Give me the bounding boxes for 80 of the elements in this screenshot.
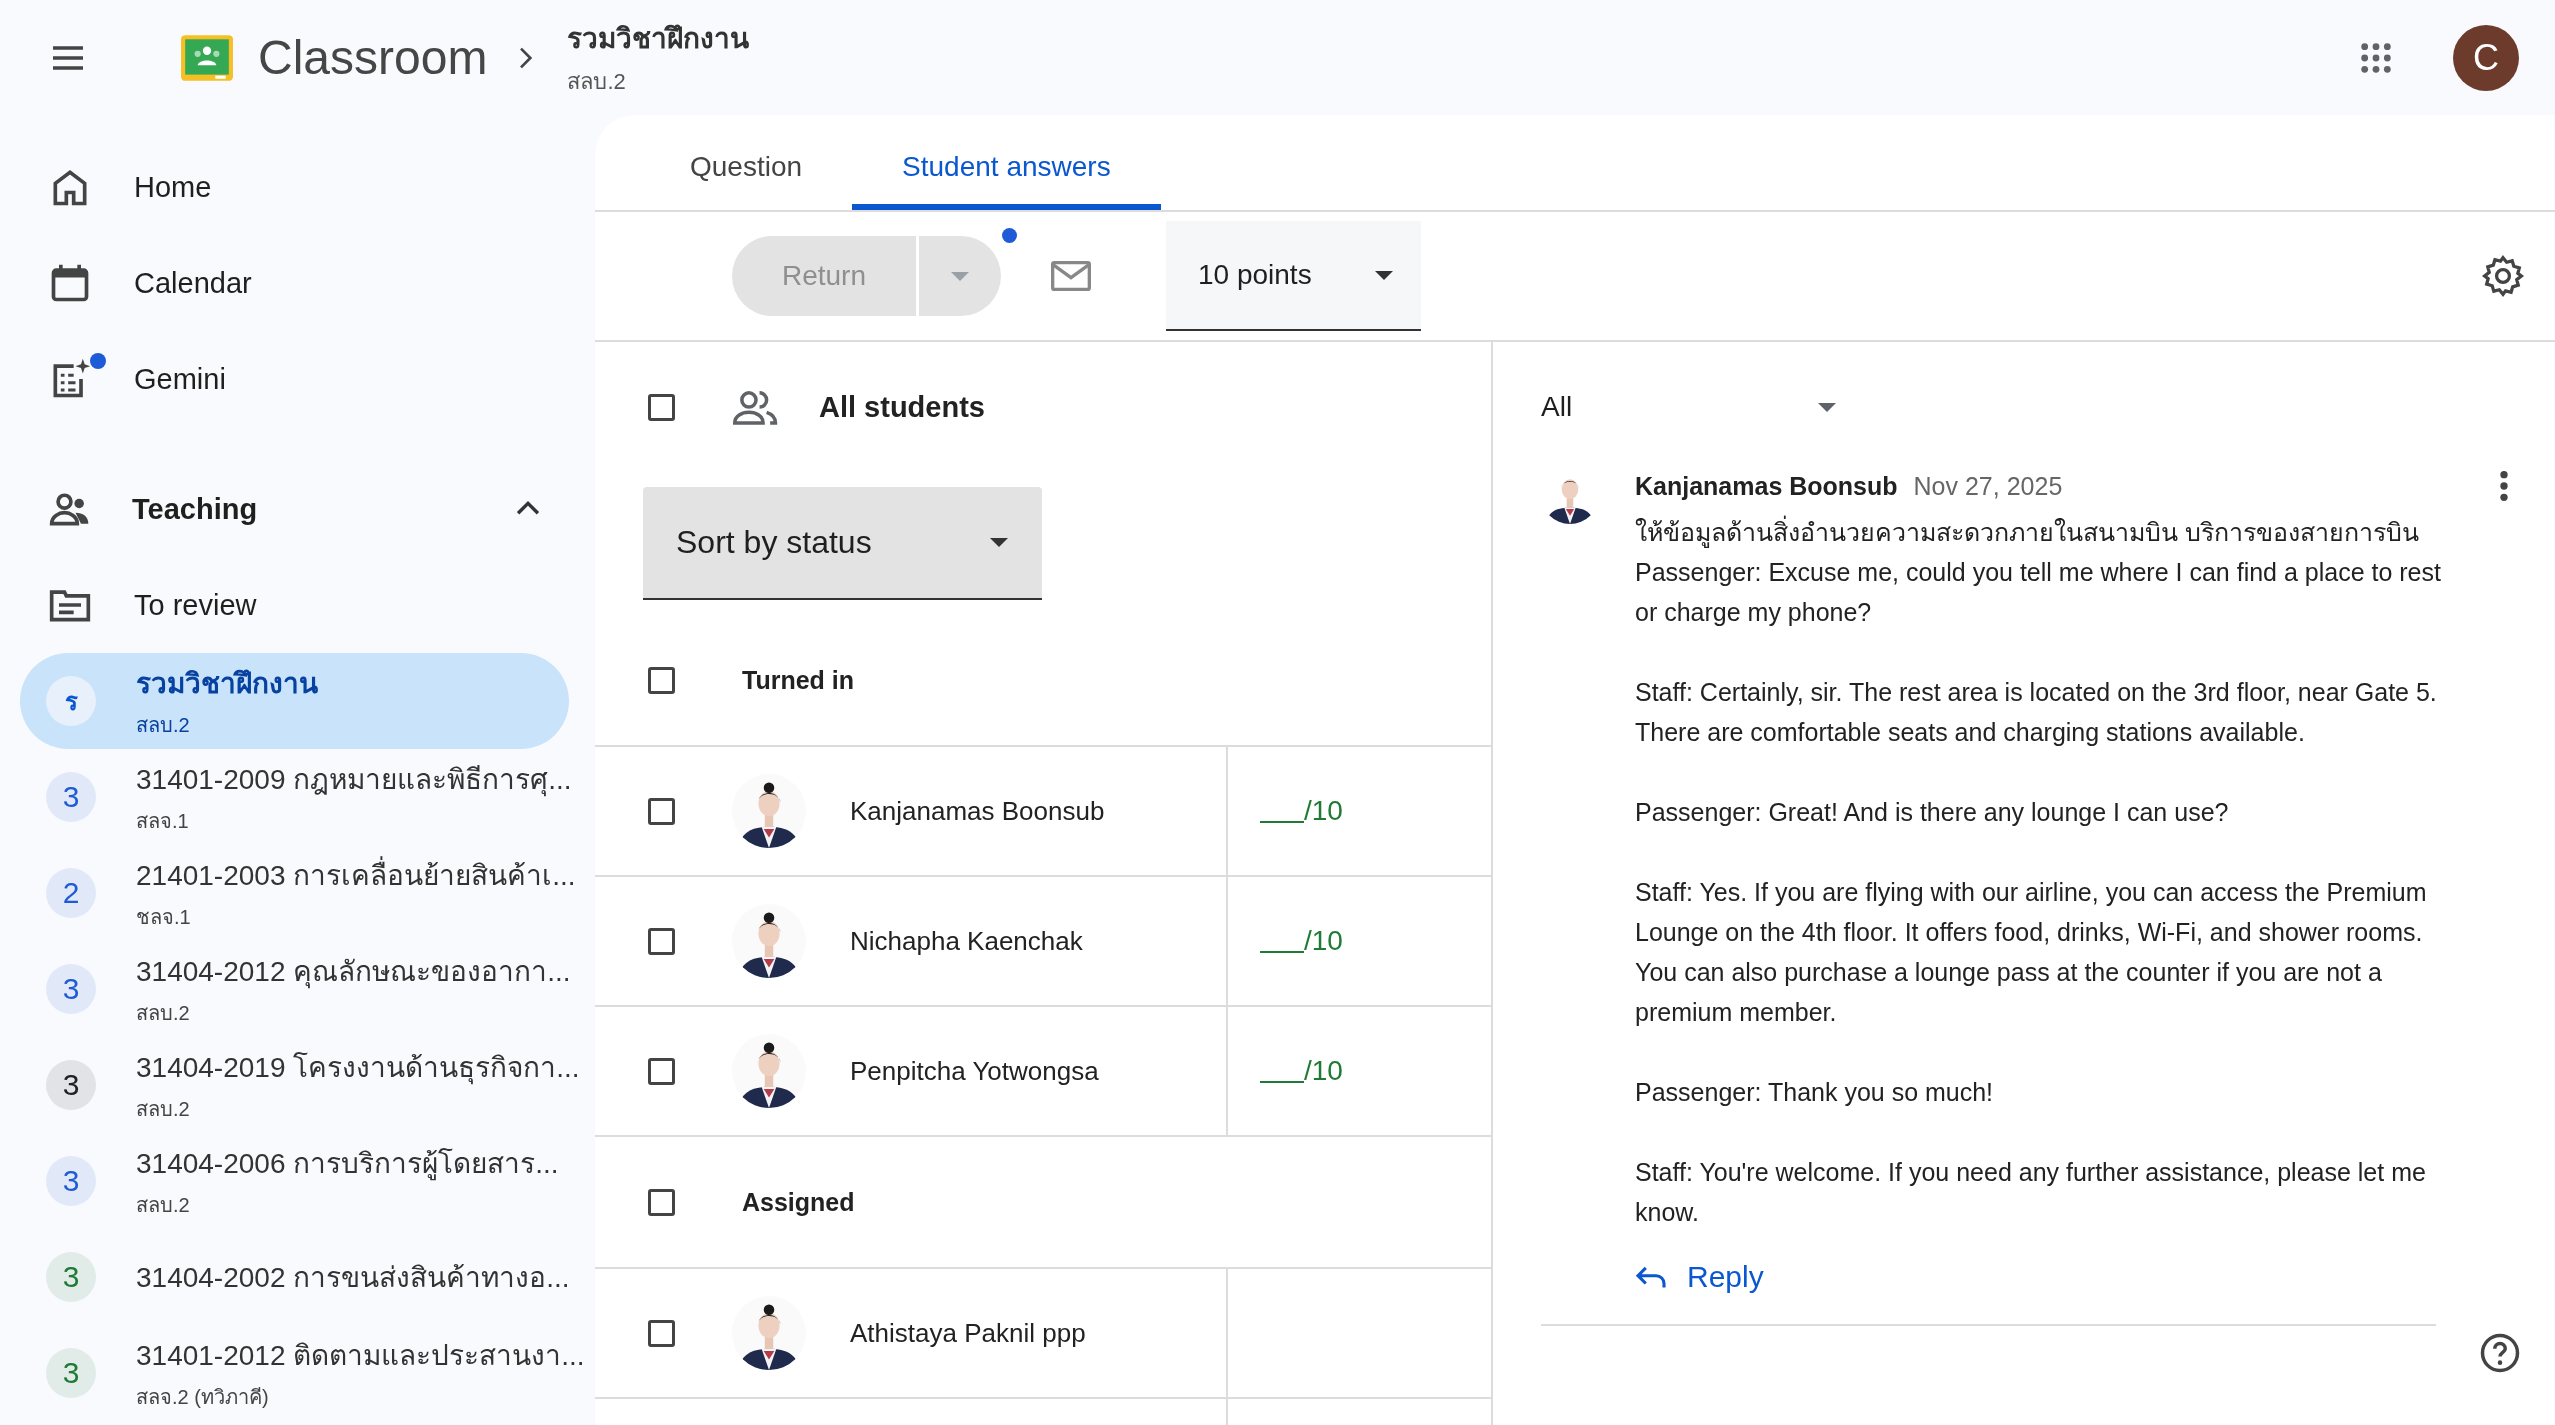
comment-text: Passenger: Great! And is there any lounge I can use?	[1635, 797, 2230, 828]
student-name[interactable]: Penpitcha Yotwongsa	[850, 1055, 1099, 1087]
course-name: รวมวิชาฝึกงาน	[136, 667, 318, 701]
student-name[interactable]: Athistaya Paknil ppp	[850, 1317, 1086, 1349]
reply-icon	[1635, 1264, 1667, 1290]
course-name: 21401-2003 การเคลื่อนย้ายสินค้าเ...	[136, 853, 576, 897]
sort-dropdown[interactable]: Sort by status	[643, 487, 1042, 600]
checkbox[interactable]	[648, 927, 675, 955]
comment-text: Passenger: Excuse me, could you tell me where I can find a place to rest or charge my phone?	[1635, 557, 2442, 628]
course-section: สลบ.2	[567, 64, 750, 99]
settings-icon[interactable]	[2481, 254, 2525, 298]
comment-text: Staff: Certainly, sir. The rest area is located on the 3rd floor, near Gate 5. There are comfortable seats and charging stations available.	[1635, 677, 2438, 748]
caret-icon	[951, 271, 969, 281]
checkbox[interactable]	[648, 666, 675, 694]
course-badge: 3	[46, 772, 96, 822]
points-dropdown[interactable]: 10 points	[1166, 221, 1421, 331]
app-title[interactable]: Classroom	[258, 30, 488, 85]
course-badge: 2	[46, 868, 96, 918]
account-avatar[interactable]: C	[2453, 24, 2519, 91]
tab[interactable]: Question	[640, 115, 853, 210]
comment-text: Staff: You're welcome. If you need any further assistance, please let me know.	[1635, 1157, 2427, 1228]
filter-dropdown[interactable]: All	[1541, 342, 1836, 472]
student-name[interactable]: Kanjanamas Boonsub	[850, 795, 1105, 827]
course-item[interactable]: 3 31401-2009 กฎหมายและพิธีการศุ... สลจ.1	[0, 749, 575, 845]
caret-icon	[1818, 402, 1836, 412]
nav-item[interactable]: Calendar	[0, 235, 595, 331]
course-badge: 3	[46, 1156, 96, 1206]
course-name: 31401-2012 ติดตามและประสานงา...	[136, 1339, 585, 1373]
course-badge: ร	[46, 676, 96, 726]
course-item[interactable]: 3 31404-2002 การขนส่งสินค้าทางอ...	[0, 1229, 575, 1325]
checkbox[interactable]	[648, 1319, 675, 1347]
more-options-icon[interactable]	[2499, 469, 2509, 503]
comment-text: Passenger: Thank you so much!	[1635, 1077, 1995, 1108]
tab[interactable]: Student answers	[852, 115, 1161, 210]
people-icon	[733, 389, 779, 425]
email-icon[interactable]	[1051, 261, 1091, 291]
grade-field[interactable]: /10	[1260, 795, 1343, 827]
course-item[interactable]: 3 31404-2006 การบริการผู้โดยสาร... สลบ.2	[0, 1133, 575, 1229]
course-badge: 3	[46, 1060, 96, 1110]
comment-text: Staff: Yes. If you are flying with our airline, you can access the Premium Lounge on the 4th floor. It offers food, drinks, Wi-Fi, and shower rooms. You can also purchase a lounge pass at the counter if you are not a premium member.	[1635, 877, 2428, 1028]
checkbox[interactable]	[648, 1188, 675, 1216]
course-name: 31404-2012 คุณลักษณะของอากา...	[136, 955, 571, 991]
course-badge: 3	[46, 1252, 96, 1302]
all-students-label: All students	[819, 390, 985, 424]
course-name: 31404-2002 การขนส่งสินค้าทางอ...	[136, 1261, 570, 1295]
help-icon[interactable]	[2479, 1332, 2521, 1374]
course-item[interactable]: ร รวมวิชาฝึกงาน สลบ.2	[20, 653, 569, 749]
teaching-section[interactable]: Teaching	[0, 461, 595, 557]
caret-icon	[990, 538, 1008, 547]
course-item[interactable]: 3 31404-2012 คุณลักษณะของอากา... สลบ.2	[0, 941, 575, 1037]
comment-author: Kanjanamas Boonsub	[1635, 471, 1898, 501]
checkbox[interactable]	[648, 797, 675, 825]
caret-icon	[1375, 270, 1393, 280]
course-badge: 3	[46, 964, 96, 1014]
nav-item[interactable]: Home	[0, 139, 595, 235]
course-name: 31404-2006 การบริการผู้โดยสาร...	[136, 1147, 559, 1183]
comment-text: ให้ข้อมูลด้านสิ่งอำนวยความสะดวกภายในสนามบิน บริการของสายการบิน	[1635, 512, 2450, 552]
grade-field[interactable]: /10	[1260, 925, 1343, 957]
course-section: สลบ.2	[136, 709, 318, 741]
course-title[interactable]: รวมวิชาฝึกงาน	[567, 16, 750, 60]
reply-button[interactable]: Reply	[1635, 1260, 1764, 1294]
course-name: 31401-2009 กฎหมายและพิธีการศุ...	[136, 763, 572, 799]
nav-item[interactable]: To review	[0, 557, 595, 653]
classroom-logo-icon[interactable]	[180, 33, 234, 82]
group-label: Assigned	[742, 1187, 855, 1217]
comment-date: Nov 27, 2025	[1913, 471, 2063, 501]
group-label: Turned in	[742, 665, 855, 695]
course-section: ชลจ.1	[136, 901, 576, 933]
checkbox[interactable]	[648, 393, 675, 421]
nav-item[interactable]: Gemini	[0, 331, 595, 427]
course-section: สลจ.1	[136, 805, 572, 837]
course-section: สลจ.2 (ทวิภาคี)	[136, 1381, 585, 1413]
apps-grid-icon[interactable]	[2359, 40, 2393, 75]
student-name[interactable]: Nichapha Kaenchak	[850, 925, 1083, 957]
course-badge: 3	[46, 1348, 96, 1398]
checkbox[interactable]	[648, 1057, 675, 1085]
course-section: สลบ.2	[136, 1189, 559, 1221]
course-section: สลบ.2	[136, 997, 571, 1029]
grade-field[interactable]: /10	[1260, 1055, 1343, 1087]
course-item[interactable]: 2 21401-2003 การเคลื่อนย้ายสินค้าเ... ชลจ.1	[0, 845, 575, 941]
